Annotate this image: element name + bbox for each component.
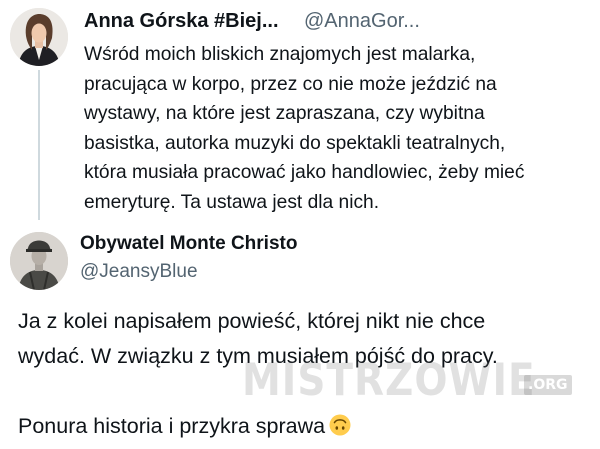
reply-author-handle[interactable]: @AnnaGor... bbox=[304, 10, 420, 33]
reply-author-avatar[interactable] bbox=[10, 8, 68, 66]
reply-text-line: Wśród moich bliskich znajomych jest mala… bbox=[84, 44, 476, 65]
reply-text-line: emeryturę. Ta ustawa jest dla nich. bbox=[84, 191, 380, 213]
main-author-avatar[interactable] bbox=[10, 232, 68, 290]
watermark-suffix: .ORG bbox=[524, 375, 572, 395]
reply-text-line: pracująca w korpo, przez co nie może jeź… bbox=[84, 73, 497, 95]
main-author-name[interactable]: Obywatel Monte Christo bbox=[80, 233, 297, 255]
upside-down-face-icon bbox=[329, 414, 351, 436]
main-text-line-with-emoji: Ponura historia i przykra sprawa bbox=[18, 409, 598, 444]
reply-text-line: basistka, autorka muzyki do spektakli te… bbox=[84, 132, 506, 154]
reply-author-name[interactable]: Anna Górska #Biej... bbox=[84, 10, 279, 33]
main-text-line: Ponura historia i przykra sprawa bbox=[18, 414, 326, 438]
reply-text-line: która musiała pracować jako handlowiec, … bbox=[84, 162, 525, 183]
reply-tweet-text: Wśród moich bliskich znajomych jest mala… bbox=[84, 40, 592, 217]
watermark-logo: MISTRZOWIE bbox=[242, 354, 536, 407]
main-author-handle[interactable]: @JeansyBlue bbox=[80, 261, 198, 283]
reply-text-line: wystawy, na które jest zapraszana, czy w… bbox=[84, 103, 485, 124]
thread-connector-line bbox=[38, 70, 40, 220]
main-text-line: Ja z kolei napisałem powieść, której nik… bbox=[18, 309, 486, 333]
